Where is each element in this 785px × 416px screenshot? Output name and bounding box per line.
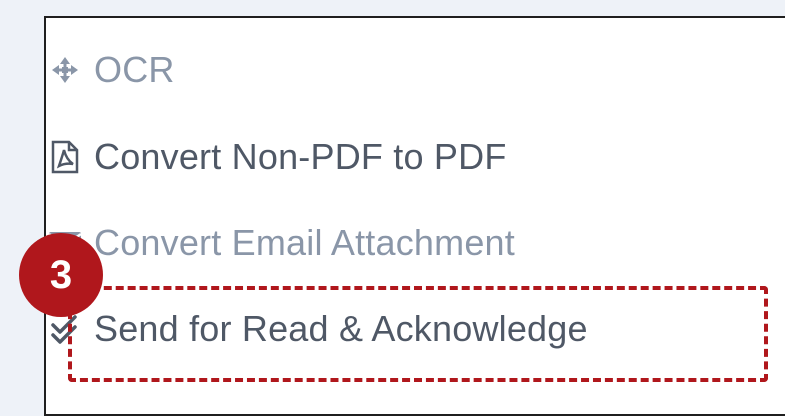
menu-item-convert-non-pdf[interactable]: Convert Non-PDF to PDF (48, 132, 507, 182)
menu-item-ocr[interactable]: OCR (48, 45, 175, 95)
menu-item-convert-email-attachment[interactable]: Convert Email Attachment (48, 218, 515, 268)
step-number-badge: 3 (19, 233, 103, 317)
pdf-file-icon (48, 140, 82, 174)
menu-item-label: Convert Non-PDF to PDF (94, 136, 507, 177)
highlight-box (68, 286, 768, 382)
menu-item-label: Convert Email Attachment (94, 222, 515, 263)
menu-item-label: OCR (94, 49, 175, 90)
crosshair-arrows-icon (48, 53, 82, 87)
